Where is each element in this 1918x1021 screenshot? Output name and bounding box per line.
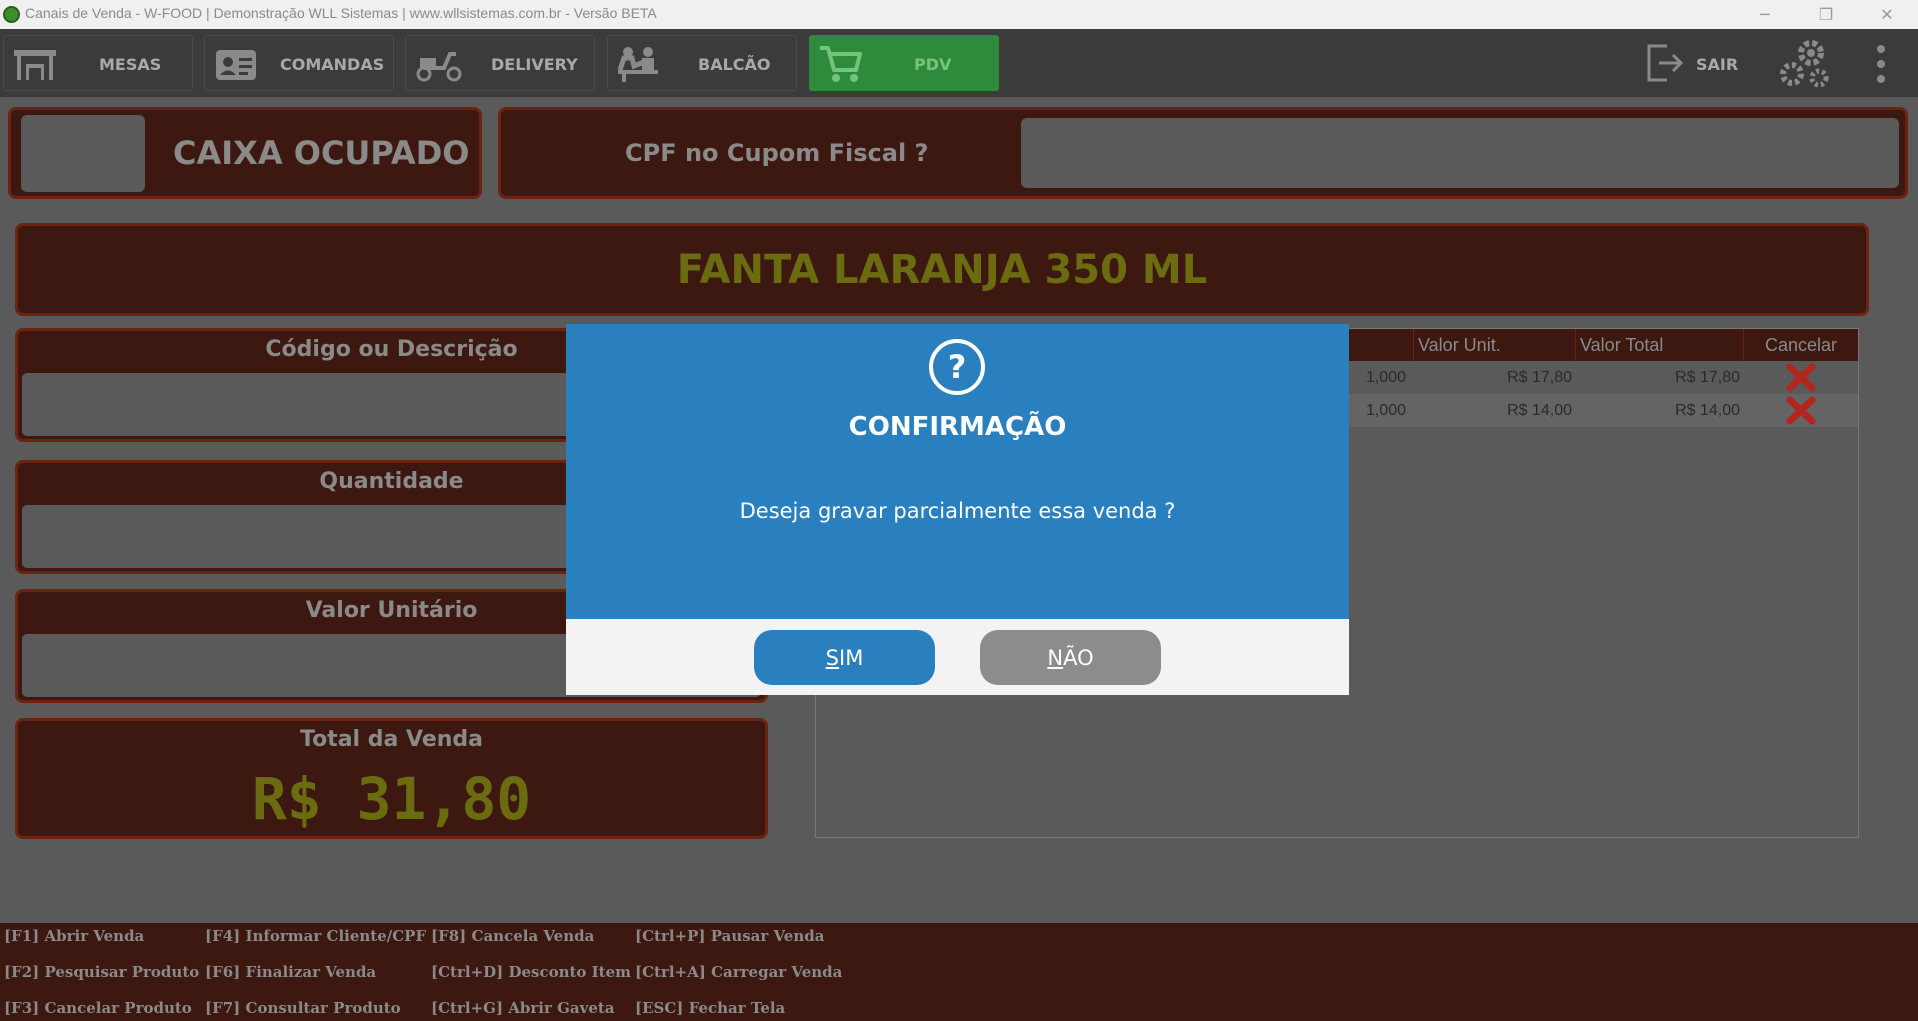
row-valor-unit: R$ 17,80: [1507, 368, 1572, 386]
shortcut-f6: [F6] Finalizar Venda: [205, 963, 377, 981]
tab-delivery[interactable]: DELIVERY: [405, 35, 595, 91]
kebab-menu-icon: [1877, 45, 1885, 83]
sim-accelerator: S: [825, 645, 840, 670]
shortcut-f1: [F1] Abrir Venda: [4, 927, 145, 945]
caixa-status-panel: CAIXA OCUPADO: [8, 107, 482, 199]
shortcut-f3: [F3] Cancelar Produto: [4, 999, 192, 1017]
nao-label-rest: ÃO: [1063, 645, 1094, 670]
tab-pdv-label: PDV: [914, 54, 952, 74]
exit-button[interactable]: SAIR: [1640, 35, 1740, 91]
window-titlebar: Canais de Venda - W-FOOD | Demonstração …: [0, 0, 1918, 29]
main-toolbar: MESAS COMANDAS DELIVERY BALCÃO PDV SAIR: [0, 29, 1918, 97]
tab-comandas-label: COMANDAS: [280, 54, 385, 74]
settings-button[interactable]: [1774, 35, 1834, 91]
exit-label: SAIR: [1696, 54, 1739, 74]
total-venda-panel: Total da Venda R$ 31,80: [15, 718, 768, 839]
col-cancelar: Cancelar: [1743, 329, 1858, 361]
caixa-status-indicator: [21, 115, 145, 192]
shortcuts-footer: [F1] Abrir Venda [F2] Pesquisar Produto …: [0, 923, 1918, 1021]
tab-balcao-label: BALCÃO: [698, 54, 771, 74]
shortcut-ctrl-a: [Ctrl+A] Carregar Venda: [635, 963, 843, 981]
question-icon: ?: [929, 339, 985, 395]
nao-accelerator: N: [1047, 645, 1064, 670]
current-product-name: FANTA LARANJA 350 ML: [676, 246, 1208, 293]
exit-icon: [1647, 44, 1684, 82]
dialog-title: CONFIRMAÇÃO: [848, 412, 1067, 442]
restore-button[interactable]: ❐: [1803, 0, 1849, 29]
shortcut-f2: [F2] Pesquisar Produto: [4, 963, 200, 981]
shortcut-f8: [F8] Cancela Venda: [431, 927, 595, 945]
shortcut-ctrl-p: [Ctrl+P] Pausar Venda: [635, 927, 825, 945]
dialog-message: Deseja gravar parcialmente essa venda ?: [739, 499, 1176, 523]
shortcut-f7: [F7] Consultar Produto: [205, 999, 401, 1017]
more-menu-button[interactable]: [1868, 35, 1894, 91]
sim-button[interactable]: S IM: [754, 630, 935, 685]
tab-delivery-label: DELIVERY: [491, 54, 578, 74]
cancel-item-icon[interactable]: [1786, 396, 1816, 425]
close-button[interactable]: ✕: [1864, 0, 1910, 29]
total-venda-value: R$ 31,80: [251, 765, 532, 833]
shortcut-esc: [ESC] Fechar Tela: [635, 999, 786, 1017]
row-valor-total: R$ 14,00: [1675, 401, 1740, 419]
app-logo-icon: [3, 6, 20, 23]
cpf-label: CPF no Cupom Fiscal ?: [625, 139, 929, 167]
shortcut-ctrl-d: [Ctrl+D] Desconto Item: [431, 963, 632, 981]
caixa-status-text: CAIXA OCUPADO: [173, 134, 470, 172]
tab-balcao[interactable]: BALCÃO: [607, 35, 797, 91]
cpf-input[interactable]: [1021, 118, 1899, 188]
shortcut-f4: [F4] Informar Cliente/CPF: [205, 927, 427, 945]
tab-mesas-label: MESAS: [99, 54, 162, 74]
row-valor-unit: R$ 14,00: [1507, 401, 1572, 419]
confirm-dialog: ? CONFIRMAÇÃO Deseja gravar parcialmente…: [566, 324, 1349, 695]
tab-pdv[interactable]: PDV: [809, 35, 999, 91]
table-icon: [14, 50, 56, 80]
col-valor-total: Valor Total: [1575, 329, 1743, 361]
sim-label-rest: IM: [839, 645, 864, 670]
tab-comandas[interactable]: COMANDAS: [204, 35, 394, 91]
nao-button[interactable]: N ÃO: [980, 630, 1161, 685]
scooter-icon: [416, 52, 462, 82]
cancel-item-icon[interactable]: [1786, 363, 1816, 392]
question-glyph: ?: [948, 348, 967, 386]
tab-mesas[interactable]: MESAS: [3, 35, 193, 91]
total-venda-label: Total da Venda: [299, 727, 483, 752]
cpf-panel: CPF no Cupom Fiscal ?: [498, 107, 1908, 199]
id-card-icon: [216, 50, 256, 80]
counter-attendant-icon: [617, 47, 658, 82]
col-valor-unit: Valor Unit.: [1413, 329, 1575, 361]
dialog-footer: S IM N ÃO: [566, 619, 1349, 695]
current-product-panel: FANTA LARANJA 350 ML: [15, 223, 1869, 316]
cart-icon: [820, 46, 862, 82]
shortcut-ctrl-g: [Ctrl+G] Abrir Gaveta: [431, 999, 615, 1017]
minimize-button[interactable]: ─: [1742, 0, 1788, 29]
row-valor-total: R$ 17,80: [1675, 368, 1740, 386]
gears-icon: [1780, 40, 1829, 88]
window-title: Canais de Venda - W-FOOD | Demonstração …: [25, 5, 657, 21]
